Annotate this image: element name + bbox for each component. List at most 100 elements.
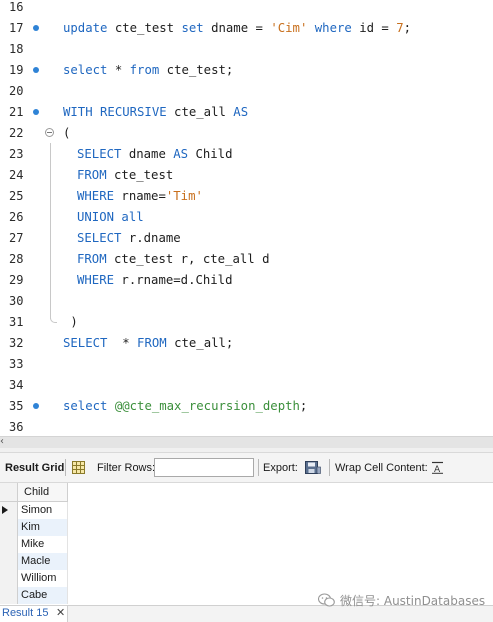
editor-line[interactable]: 17 update cte_test set dname = 'Cim' wher… [0,18,493,39]
sql-literal: 'Cim' [270,21,308,35]
sql-text: r.rname=d.Child [114,273,233,287]
sql-keyword: SELECT [63,336,108,350]
line-number: 34 [9,378,24,392]
row-header[interactable] [0,502,18,519]
sql-editor[interactable]: 16 17 update cte_test set dname = 'Cim' wh… [0,0,493,436]
editor-line[interactable]: 16 [0,0,493,18]
fold-guide-line [50,143,51,319]
table-row[interactable]: Macle [0,553,68,570]
editor-line[interactable]: 22 ( [0,123,493,144]
sql-keyword: FROM [77,252,107,266]
editor-line[interactable]: 33 [0,354,493,375]
code-text: update cte_test set dname = 'Cim' where … [63,18,411,39]
result-tab-label: Result 15 [2,607,49,619]
sql-keyword: SELECT [77,147,122,161]
wrap-cell-content-label: Wrap Cell Content: [335,462,428,474]
code-text: ) [63,312,77,333]
sql-text: r.dname [121,231,181,245]
grid-icon[interactable] [72,461,85,474]
sql-text: cte_test [107,21,182,35]
result-grid-label[interactable]: Result Grid [5,462,64,474]
code-text: FROM cte_test r, cte_all d [77,249,270,270]
table-row[interactable]: Mike [0,536,68,553]
statement-marker-icon[interactable] [33,25,39,31]
editor-horizontal-scrollbar[interactable]: ‹ [0,436,493,448]
sql-text: ( [63,126,71,140]
line-number: 18 [9,42,24,56]
row-header[interactable] [0,553,18,570]
grid-cell-child[interactable]: Cabe [18,587,68,604]
line-number: 28 [9,252,24,266]
code-text: SELECT dname AS Child [77,144,232,165]
sql-literal: 7 [396,21,404,35]
table-row[interactable]: Simon [0,502,68,519]
editor-line[interactable]: 30 [0,291,493,312]
editor-line[interactable]: 34 [0,375,493,396]
fold-collapse-icon[interactable] [45,128,54,137]
line-number: 16 [9,0,24,14]
wrap-text-icon[interactable]: A [431,461,444,474]
filter-rows-input[interactable] [154,458,254,477]
code-text: SELECT r.dname [77,228,181,249]
sql-keyword: set [181,21,204,35]
grid-cell-child[interactable]: Macle [18,553,68,570]
grid-cell-child[interactable]: Kim [18,519,68,536]
editor-line[interactable]: 26 UNION all [0,207,493,228]
editor-line[interactable]: 20 [0,81,493,102]
editor-line[interactable]: 31 ) [0,312,493,333]
toolbar-separator [329,459,330,476]
grid-cell-child[interactable]: Mike [18,536,68,553]
code-text: select @@cte_max_recursion_depth; [63,396,307,417]
sql-keyword: UNION all [77,210,144,224]
sql-keyword: select [63,399,108,413]
line-number: 30 [9,294,24,308]
line-number: 20 [9,84,24,98]
grid-corner[interactable] [0,483,18,502]
editor-line[interactable]: 36 [0,417,493,436]
scroll-left-arrow-icon[interactable]: ‹ [0,436,4,447]
editor-line[interactable]: 25 WHERE rname='Tim' [0,186,493,207]
editor-line[interactable]: 18 [0,39,493,60]
tab-result-15[interactable]: Result 15 ✕ [0,606,68,622]
export-label: Export: [263,462,298,474]
watermark: 微信号: AustinDatabases [318,592,485,608]
line-number: 23 [9,147,24,161]
sql-text: cte_test; [159,63,234,77]
editor-line[interactable]: 28 FROM cte_test r, cte_all d [0,249,493,270]
editor-line[interactable]: 21 WITH RECURSIVE cte_all AS [0,102,493,123]
statement-marker-icon[interactable] [33,109,39,115]
sql-text: * [107,336,138,350]
row-header[interactable] [0,519,18,536]
table-row[interactable]: Williom [0,570,68,587]
column-header-child[interactable]: Child [18,483,68,502]
sql-variable: @@cte_max_recursion_depth [114,399,300,413]
sql-text: ; [403,21,412,35]
table-row[interactable]: Cabe [0,587,68,604]
grid-cell-child[interactable]: Williom [18,570,68,587]
line-number: 33 [9,357,24,371]
toolbar-separator [258,459,259,476]
svg-text:A: A [434,465,441,474]
editor-line[interactable]: 29 WHERE r.rname=d.Child [0,270,493,291]
statement-marker-icon[interactable] [33,67,39,73]
editor-line[interactable]: 24 FROM cte_test [0,165,493,186]
grid-cell-child[interactable]: Simon [18,502,68,519]
row-header[interactable] [0,570,18,587]
table-row[interactable]: Kim [0,519,68,536]
editor-line[interactable]: 27 SELECT r.dname [0,228,493,249]
line-number: 25 [9,189,24,203]
toolbar-separator [65,459,66,476]
editor-line[interactable]: 35 select @@cte_max_recursion_depth; [0,396,493,417]
sql-keyword: FROM [77,168,107,182]
row-header[interactable] [0,536,18,553]
export-disk-icon[interactable] [305,461,321,474]
editor-line[interactable]: 23 SELECT dname AS Child [0,144,493,165]
editor-line[interactable]: 32 SELECT * FROM cte_all; [0,333,493,354]
code-text: WHERE r.rname=d.Child [77,270,233,291]
close-icon[interactable]: ✕ [56,606,65,621]
filter-rows-label: Filter Rows: [97,462,156,474]
statement-marker-icon[interactable] [33,403,39,409]
editor-line[interactable]: 19 select * from cte_test; [0,60,493,81]
row-header[interactable] [0,587,18,604]
